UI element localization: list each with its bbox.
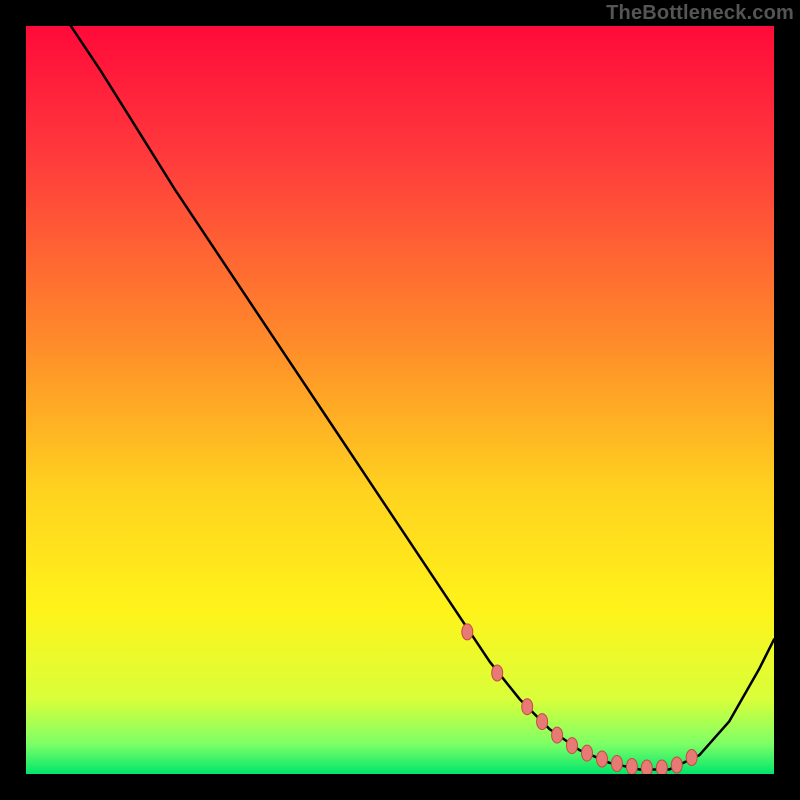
gpu-marker [626, 759, 637, 775]
gpu-marker [641, 760, 652, 774]
gpu-marker [611, 756, 622, 772]
frame: TheBottleneck.com [0, 0, 800, 800]
svg-plot [26, 26, 774, 774]
gradient-bg [26, 26, 774, 774]
gpu-marker [671, 757, 682, 773]
gpu-marker [537, 714, 548, 730]
gpu-marker [522, 699, 533, 715]
plot [26, 26, 774, 774]
gpu-marker [552, 727, 563, 743]
gpu-marker [567, 738, 578, 754]
gpu-marker [462, 624, 473, 640]
gpu-marker [582, 745, 593, 761]
gpu-marker [597, 751, 608, 767]
gpu-marker [656, 760, 667, 774]
gpu-marker [492, 665, 503, 681]
watermark: TheBottleneck.com [0, 0, 800, 25]
gpu-marker [686, 750, 697, 766]
